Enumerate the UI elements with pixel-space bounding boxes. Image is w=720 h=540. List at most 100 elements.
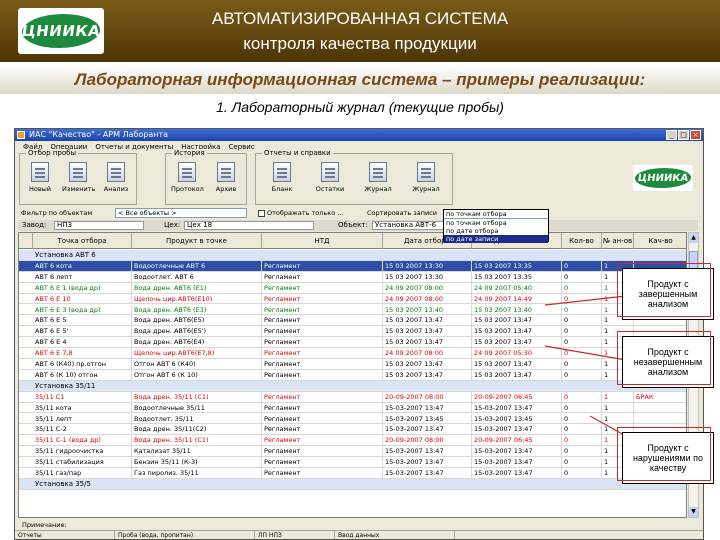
table-row[interactable]: АВТ 6 (К 10) отгон Отгон АВТ 6 (К 10) Регл… <box>19 369 686 381</box>
new-sample-button[interactable]: Новый <box>24 162 56 202</box>
table-cell: 0 <box>562 468 602 478</box>
only-checkbox-wrap[interactable]: Отображать только ... <box>258 207 343 219</box>
table-cell: Регламент <box>262 446 383 457</box>
table-cell: 35/11 С-1 (вода др) <box>33 435 132 446</box>
table-cell: 1 <box>602 402 634 413</box>
status-bar: Отчеты Проба (вода, пропитан) ЛП НПЗ Вво… <box>15 530 703 539</box>
menu-service[interactable]: Сервис <box>229 142 255 152</box>
table-cell: Регламент <box>262 304 383 315</box>
window-logo: ЦНИИКА <box>633 165 693 191</box>
table-row-selected[interactable]: АВТ 6 кота Водоотлечные АВТ 6 Регламент 15 … <box>19 260 686 272</box>
group-title: Установка 35/11 <box>35 381 96 390</box>
table-cell: 15 03 2007 13:47 <box>383 315 472 326</box>
scroll-up-icon[interactable]: ▲ <box>689 233 698 243</box>
table-row[interactable]: 35/11 С-2 Вода дрен. 35/11(С2) Регламент 15… <box>19 424 686 436</box>
remains-report-button[interactable]: Остатки <box>314 162 346 202</box>
table-cell: 15 03 2007 13:47 <box>472 326 562 337</box>
object-label: Объект: <box>338 221 368 229</box>
window-titlebar[interactable]: ИАС "Качество" - АРМ Лаборанта _ □ × <box>15 129 703 141</box>
table-row[interactable]: 35/11 газ/пар Газ пиролиз. 35/11 Регламент… <box>19 468 686 479</box>
table-cell: 0 <box>562 457 602 468</box>
table-cell: 35/11 лепт <box>33 413 132 424</box>
table-cell: 0 <box>562 282 602 293</box>
sort-option-selected[interactable]: по дате записи <box>444 235 548 243</box>
table-row[interactable]: АВТ 6 Е 7,8 Щелочь цир.АВТ6(Е7,8) Регламен… <box>19 348 686 359</box>
sort-dropdown[interactable]: по точкам отбора по точкам отбора по дат… <box>443 209 549 243</box>
table-cell: 15 03 2007 13:30 <box>383 260 472 271</box>
table-cell: Регламент <box>262 260 383 271</box>
close-button[interactable]: × <box>690 130 701 140</box>
table-cell: Регламент <box>262 435 383 446</box>
col-header-qty[interactable]: Кол-во <box>562 233 602 249</box>
blank-report-button[interactable]: Бланк <box>266 162 298 202</box>
table-row[interactable]: АВТ 6 Е 3 (вода др) Вода дрен. АВТ6 (Е3) Р… <box>19 304 686 316</box>
table-cell: 20-09-2007 06:45 <box>472 435 562 446</box>
table-cell: 35/11 С-2 <box>33 424 132 435</box>
table-cell: 15 03 2007 13:47 <box>472 315 562 326</box>
edit-sample-button[interactable]: Изменить <box>62 162 95 202</box>
minimize-button[interactable]: _ <box>666 130 677 140</box>
table-row[interactable]: АВТ 6 Е 5 Вода дрен. АВТ6(Е5) Регламент 15 … <box>19 315 686 327</box>
table-cell: Вода дрен. АВТ6(Е5) <box>132 315 262 326</box>
table-row[interactable]: 35/11 стабилизация Бензин 35/11 (К-3) Регл… <box>19 457 686 468</box>
journal-report-button[interactable]: Журнал <box>362 162 394 202</box>
table-cell: Водоотлечные 35/11 <box>132 402 262 413</box>
table-row[interactable]: АВТ 6 лепт Водоотлет. АВТ 6 Регламент 15 03… <box>19 271 686 283</box>
table-row[interactable]: АВТ 6 (К40) пр.отгон Отгон АВТ 6 (К40) Рег… <box>19 359 686 370</box>
table-cell: Бензин 35/11 (К-3) <box>132 457 262 468</box>
sort-option[interactable]: по точкам отбора <box>444 219 548 227</box>
table-row[interactable]: 35/11 гидроочистка Катализат 35/11 Регламе… <box>19 446 686 458</box>
col-header-product[interactable]: Продукт в точке <box>132 233 262 249</box>
table-cell: 0 <box>562 359 602 369</box>
table-row[interactable]: 35/11 лепт Водоотлет. 35/11 Регламент 15-03… <box>19 413 686 425</box>
plant-value: НПЗ <box>54 221 144 230</box>
table-cell: 0 <box>562 413 602 424</box>
table-row[interactable]: АВТ 6 Е 5' Вода дрен. АВТ6(Е5') Регламент 1… <box>19 326 686 338</box>
table-cell: Водоотлет. 35/11 <box>132 413 262 424</box>
table-cell: 1 <box>602 391 634 402</box>
protocol-button[interactable]: Протокол <box>171 162 204 202</box>
table-cell: 0 <box>562 402 602 413</box>
sort-option[interactable]: по дате отбора <box>444 227 548 235</box>
object-filter-select[interactable]: < Все объекты > <box>115 208 247 218</box>
table-cell: 15 03 2007 13:47 <box>383 326 472 337</box>
table-cell: Вода дрен. 35/11 (С1) <box>132 435 262 446</box>
sort-select-value[interactable]: по точкам отбора <box>444 210 548 219</box>
toolbar-group-title: История <box>172 149 207 157</box>
table-row[interactable]: АВТ 6 Е 1 (вода др) Вода дрен. АВТ6 (Е1) Р… <box>19 282 686 294</box>
table-cell: 15 03 2007 13:40 <box>383 304 472 315</box>
table-cell: АВТ 6 Е 7,8 <box>33 348 132 359</box>
callout-completed: Продукт с завершенным анализом <box>617 263 714 320</box>
only-checkbox[interactable] <box>258 209 265 217</box>
scroll-down-icon[interactable]: ▼ <box>689 507 698 517</box>
table-row[interactable]: АВТ 6 Е 10 Щелочь цир.АВТ6(Е10) Регламент 2… <box>19 293 686 305</box>
table-cell: Вода дрен. АВТ6(Е5') <box>132 326 262 337</box>
table-cell: 0 <box>562 446 602 457</box>
group-row[interactable]: Установка 35/5 <box>19 478 686 490</box>
maximize-button[interactable]: □ <box>678 130 689 140</box>
group-row[interactable]: Установка 35/11 <box>19 380 686 392</box>
group-row[interactable]: Установка АВТ 6 <box>19 250 686 261</box>
archive-button[interactable]: Архив <box>210 162 242 202</box>
table-cell: Регламент <box>262 348 383 359</box>
table-row[interactable]: 35/11 С1 Вода дрен. 35/11 (С1) Регламент 20… <box>19 391 686 403</box>
shop-value: Цех 18 <box>184 221 314 230</box>
sort-label: Сортировать записи <box>367 209 437 217</box>
table-cell: Регламент <box>262 391 383 402</box>
journal-icon <box>417 162 435 182</box>
col-header-analyses[interactable]: № ан-ов <box>602 233 634 249</box>
journal2-report-button[interactable]: Журнал <box>410 162 442 202</box>
col-header-ntd[interactable]: НТД <box>262 233 383 249</box>
col-header-quality[interactable]: Кач-во <box>634 233 686 249</box>
analysis-icon <box>107 162 125 182</box>
table-row[interactable]: 35/11 кота Водоотлечные 35/11 Регламент 15-… <box>19 402 686 414</box>
table-cell: 35/11 газ/пар <box>33 468 132 478</box>
table-row[interactable]: 35/11 С-1 (вода др) Вода дрен. 35/11 (С1)… <box>19 435 686 447</box>
table-row[interactable]: АВТ 6 Е 4 Вода дрен. АВТ6(Е4) Регламент 15 … <box>19 337 686 349</box>
table-cell: 15-03-2007 13:47 <box>472 457 562 468</box>
menu-reports[interactable]: Отчеты и документы <box>95 142 173 152</box>
col-header-point[interactable]: Точка отбора <box>33 233 132 249</box>
status-panel: ЛП НПЗ <box>255 531 335 539</box>
analysis-button[interactable]: Анализ <box>100 162 132 202</box>
logo: ЦНИИКА <box>18 8 104 54</box>
